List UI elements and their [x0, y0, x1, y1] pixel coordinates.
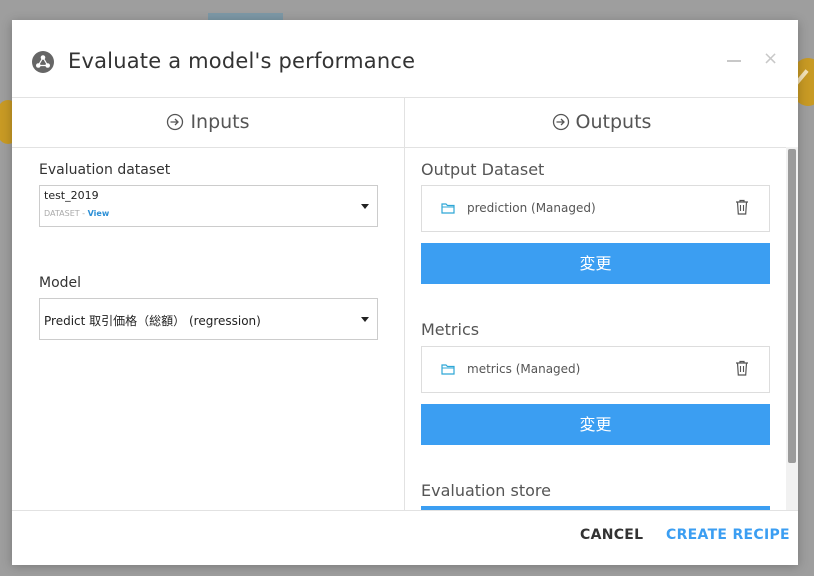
recipe-icon — [32, 51, 54, 73]
change-output-dataset-button[interactable]: 変更 — [421, 243, 770, 284]
trash-icon[interactable] — [735, 199, 749, 215]
inputs-header: Inputs — [12, 97, 404, 148]
output-dataset-item: prediction (Managed) — [421, 185, 770, 232]
model-select[interactable]: Predict 取引価格（総額） (regression) — [39, 298, 378, 340]
column-divider — [404, 97, 405, 510]
close-button[interactable]: × — [763, 48, 778, 69]
dialog-title: Evaluate a model's performance — [68, 49, 416, 73]
dataset-meta: DATASET - View — [44, 209, 109, 218]
trash-icon[interactable] — [735, 360, 749, 376]
model-label: Model — [39, 275, 82, 291]
evaluation-dataset-label: Evaluation dataset — [39, 162, 171, 178]
evaluation-dataset-select[interactable]: test_2019 DATASET - View — [39, 185, 378, 227]
scrollbar-thumb[interactable] — [788, 149, 796, 463]
dataset-separator: - — [79, 209, 88, 218]
metrics-item: metrics (Managed) — [421, 346, 770, 393]
change-metrics-button[interactable]: 変更 — [421, 404, 770, 445]
cancel-button[interactable]: CANCEL — [580, 527, 643, 543]
outputs-header: Outputs — [405, 97, 798, 148]
chevron-down-icon — [361, 204, 369, 209]
dataset-type-label: DATASET — [44, 209, 80, 218]
dialog-header: Evaluate a model's performance × — [12, 20, 798, 98]
metrics-name: metrics (Managed) — [467, 362, 581, 376]
evaluation-store-label: Evaluation store — [421, 481, 551, 500]
inputs-header-label: Inputs — [190, 111, 250, 133]
output-dataset-label: Output Dataset — [421, 160, 545, 179]
evaluate-recipe-dialog: Evaluate a model's performance × Inputs … — [12, 20, 798, 565]
model-value: Predict 取引価格（総額） (regression) — [44, 314, 261, 328]
metrics-label: Metrics — [421, 320, 480, 339]
folder-icon — [441, 203, 455, 214]
create-recipe-button[interactable]: CREATE RECIPE — [666, 527, 790, 543]
dataset-name: test_2019 — [44, 189, 99, 202]
enter-icon — [167, 113, 184, 131]
dialog-footer: CANCEL CREATE RECIPE — [12, 510, 798, 565]
output-dataset-name: prediction (Managed) — [467, 201, 596, 215]
view-dataset-link[interactable]: View — [88, 209, 110, 218]
outputs-scrollbar[interactable] — [786, 147, 798, 510]
folder-icon — [441, 364, 455, 375]
minimize-button[interactable] — [727, 60, 741, 62]
enter-icon — [552, 113, 569, 131]
chevron-down-icon — [361, 317, 369, 322]
outputs-header-label: Outputs — [575, 111, 652, 133]
